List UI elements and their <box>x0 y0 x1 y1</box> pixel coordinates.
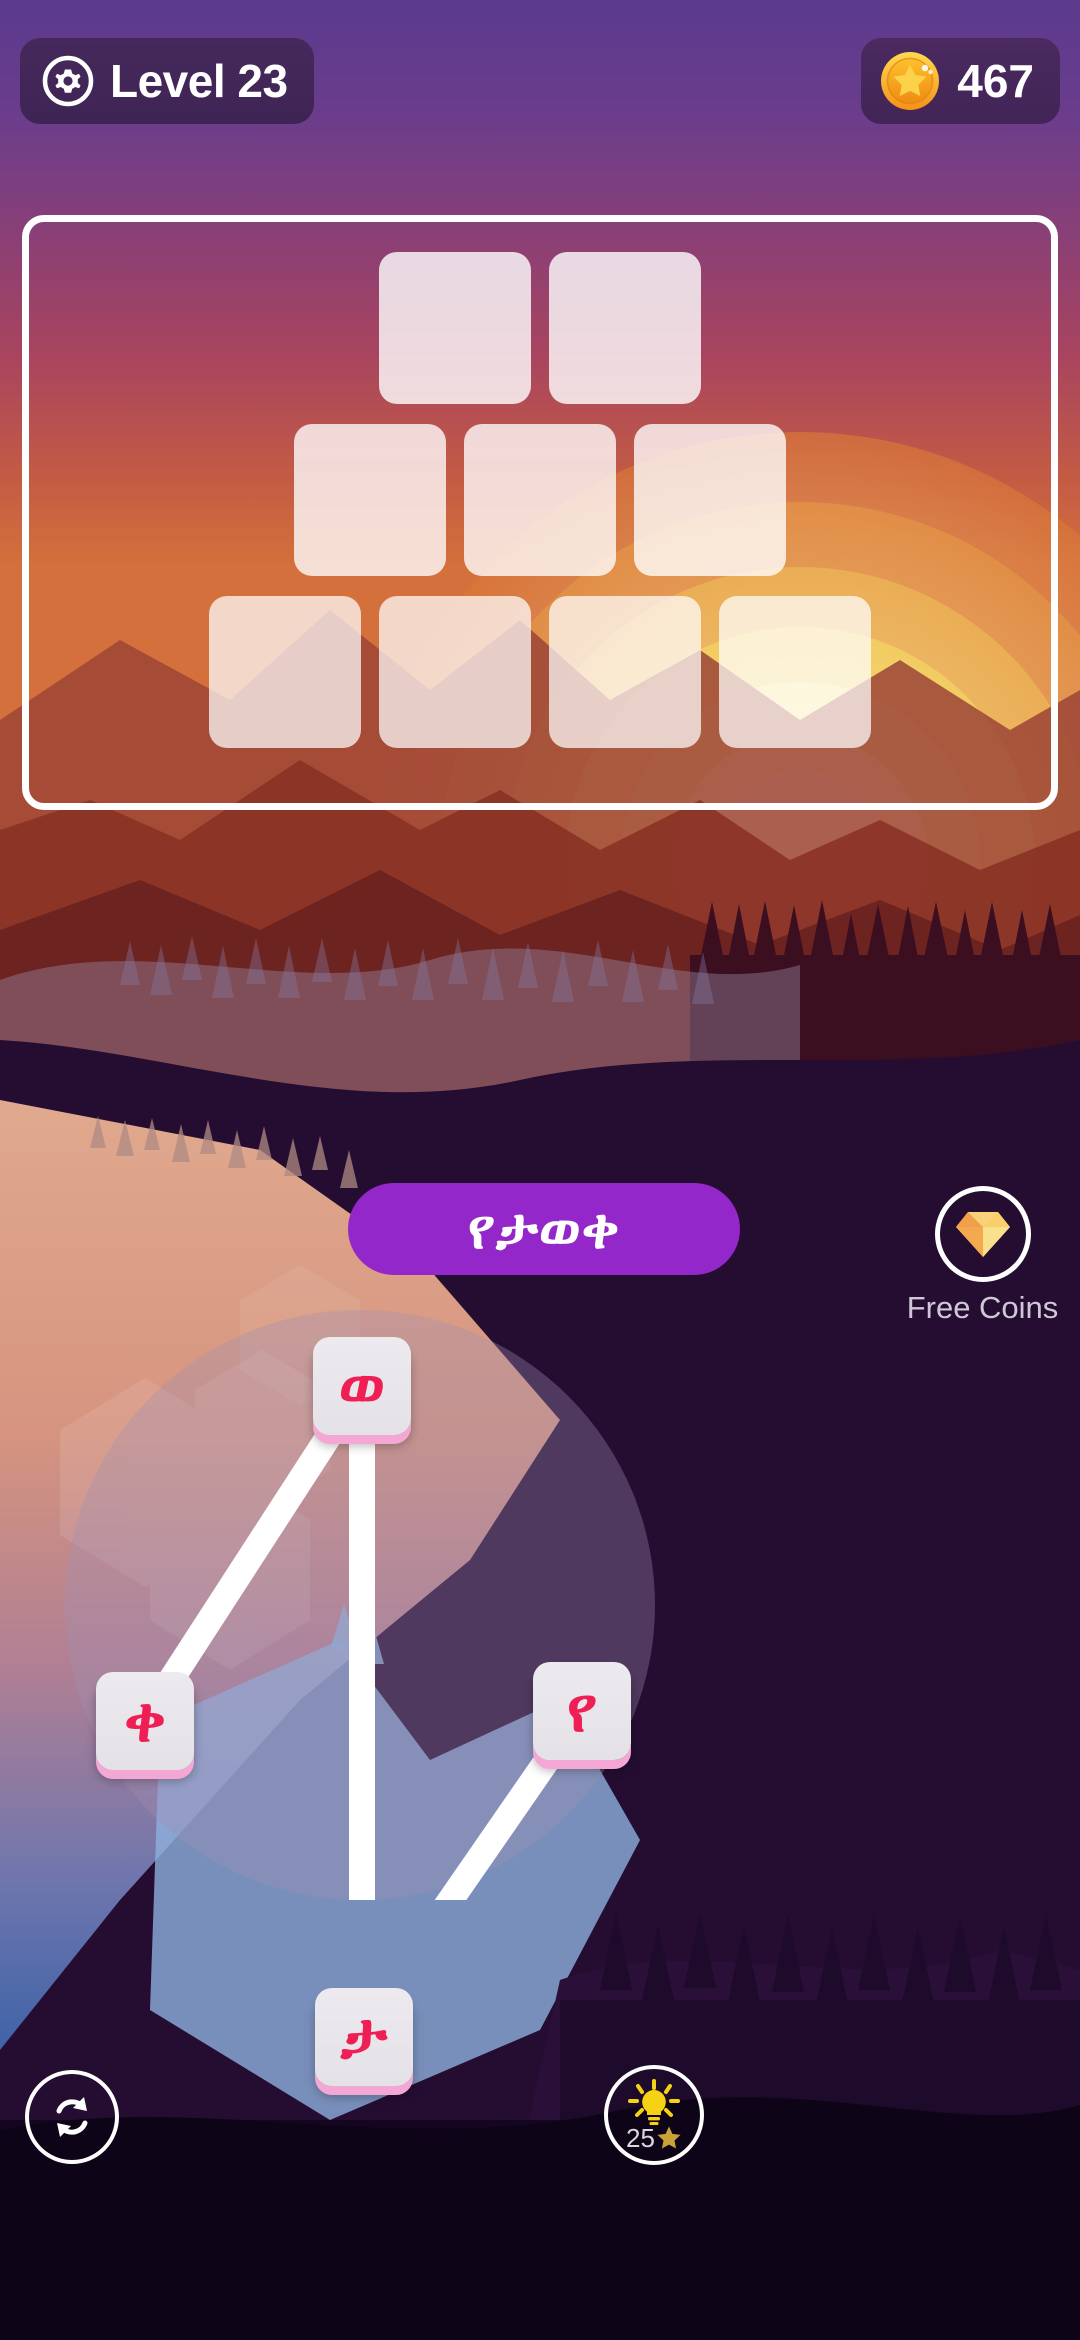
refresh-icon <box>56 2097 88 2137</box>
wheel-letter-char: የ <box>566 1676 598 1745</box>
board-row <box>379 252 701 404</box>
hint-content: 25 <box>626 2079 682 2151</box>
board-row <box>294 424 786 576</box>
letter-slot[interactable] <box>549 596 701 748</box>
letter-slot[interactable] <box>549 252 701 404</box>
hint-button[interactable]: 25 <box>604 2065 704 2165</box>
letter-slot[interactable] <box>719 596 871 748</box>
game-screen: Level 23 467 የታወቀ Free Coins ወ ቀ የ ታ 25 <box>0 0 1080 2340</box>
letter-slot[interactable] <box>294 424 446 576</box>
current-word-pill: የታወቀ <box>348 1183 740 1275</box>
wheel-letter-tile-left[interactable]: ቀ <box>96 1672 194 1770</box>
star-icon <box>657 2126 681 2149</box>
lightbulb-icon <box>628 2079 680 2125</box>
settings-level-button[interactable]: Level 23 <box>20 38 314 124</box>
coin-balance[interactable]: 467 <box>861 38 1060 124</box>
answer-board <box>22 215 1058 810</box>
gear-icon <box>42 55 94 107</box>
letter-slot[interactable] <box>464 424 616 576</box>
wheel-letter-char: ታ <box>340 2002 388 2071</box>
free-coins-button[interactable]: Free Coins <box>895 1186 1070 1323</box>
coin-count: 467 <box>957 55 1034 107</box>
header-bar: Level 23 467 <box>0 0 1080 190</box>
wheel-letter-tile-bottom[interactable]: ታ <box>315 1988 413 2086</box>
free-coins-circle[interactable] <box>934 1186 1031 1282</box>
letter-slot[interactable] <box>209 596 361 748</box>
wheel-letter-char: ወ <box>338 1351 386 1420</box>
board-row <box>209 596 871 748</box>
wheel-letter-tile-top[interactable]: ወ <box>313 1337 411 1435</box>
free-coins-label: Free Coins <box>906 1290 1059 1325</box>
hint-cost-value: 25 <box>626 2123 655 2153</box>
coin-star-icon <box>881 52 940 110</box>
current-word-text: የታወቀ <box>467 1197 621 1260</box>
letter-slot[interactable] <box>379 596 531 748</box>
level-label: Level 23 <box>110 55 288 107</box>
diamond-icon <box>955 1212 1010 1257</box>
letter-slot[interactable] <box>634 424 786 576</box>
wheel-letter-char: ቀ <box>124 1686 166 1755</box>
letter-slot[interactable] <box>379 252 531 404</box>
wheel-letter-tile-right[interactable]: የ <box>533 1662 631 1760</box>
hint-cost: 25 <box>626 2125 682 2151</box>
shuffle-button[interactable] <box>25 2070 119 2164</box>
